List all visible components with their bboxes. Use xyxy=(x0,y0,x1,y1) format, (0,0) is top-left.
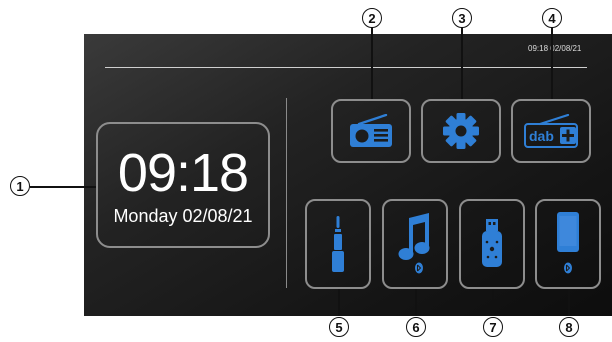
callout-leader-1 xyxy=(30,186,96,188)
callout-2: 2 xyxy=(362,8,382,28)
callout-leader-5 xyxy=(338,289,340,316)
vertical-divider xyxy=(286,98,287,288)
settings-tile[interactable] xyxy=(421,99,501,163)
callout-3: 3 xyxy=(452,8,472,28)
callout-leader-3 xyxy=(461,27,463,99)
phone-icon xyxy=(557,212,579,274)
aux-tile[interactable] xyxy=(305,199,371,289)
callout-leader-2 xyxy=(371,27,373,99)
callout-4: 4 xyxy=(542,8,562,28)
clock-date: Monday 02/08/21 xyxy=(113,206,253,226)
bluetooth-icon xyxy=(415,262,423,274)
callout-leader-7 xyxy=(492,289,494,316)
gear-icon xyxy=(443,113,479,149)
clock-time: 09:18 xyxy=(117,143,249,203)
callout-leader-8 xyxy=(568,289,570,316)
dab-label: dab xyxy=(529,128,554,144)
callout-8: 8 xyxy=(559,317,579,337)
status-divider-line xyxy=(105,67,587,68)
bluetooth-icon xyxy=(564,262,572,274)
status-time-date: 09:18 02/08/21 xyxy=(528,44,582,53)
callout-5: 5 xyxy=(329,317,349,337)
dab-tile[interactable]: dab xyxy=(511,99,591,163)
callout-1: 1 xyxy=(10,176,30,196)
dab-plus-icon: dab xyxy=(524,114,578,148)
phone-tile[interactable] xyxy=(535,199,601,289)
callout-leader-6 xyxy=(415,289,417,316)
radio-tile[interactable] xyxy=(331,99,411,163)
usb-tile[interactable] xyxy=(459,199,525,289)
callout-leader-4 xyxy=(551,27,553,99)
usb-stick-icon xyxy=(482,219,502,267)
aux-jack-icon xyxy=(332,216,344,272)
bluetooth-music-tile[interactable] xyxy=(382,199,448,289)
callout-6: 6 xyxy=(406,317,426,337)
callout-7: 7 xyxy=(483,317,503,337)
music-note-icon xyxy=(398,213,430,274)
radio-icon xyxy=(350,114,392,147)
clock-widget[interactable]: 09:18 Monday 02/08/21 xyxy=(96,122,270,248)
